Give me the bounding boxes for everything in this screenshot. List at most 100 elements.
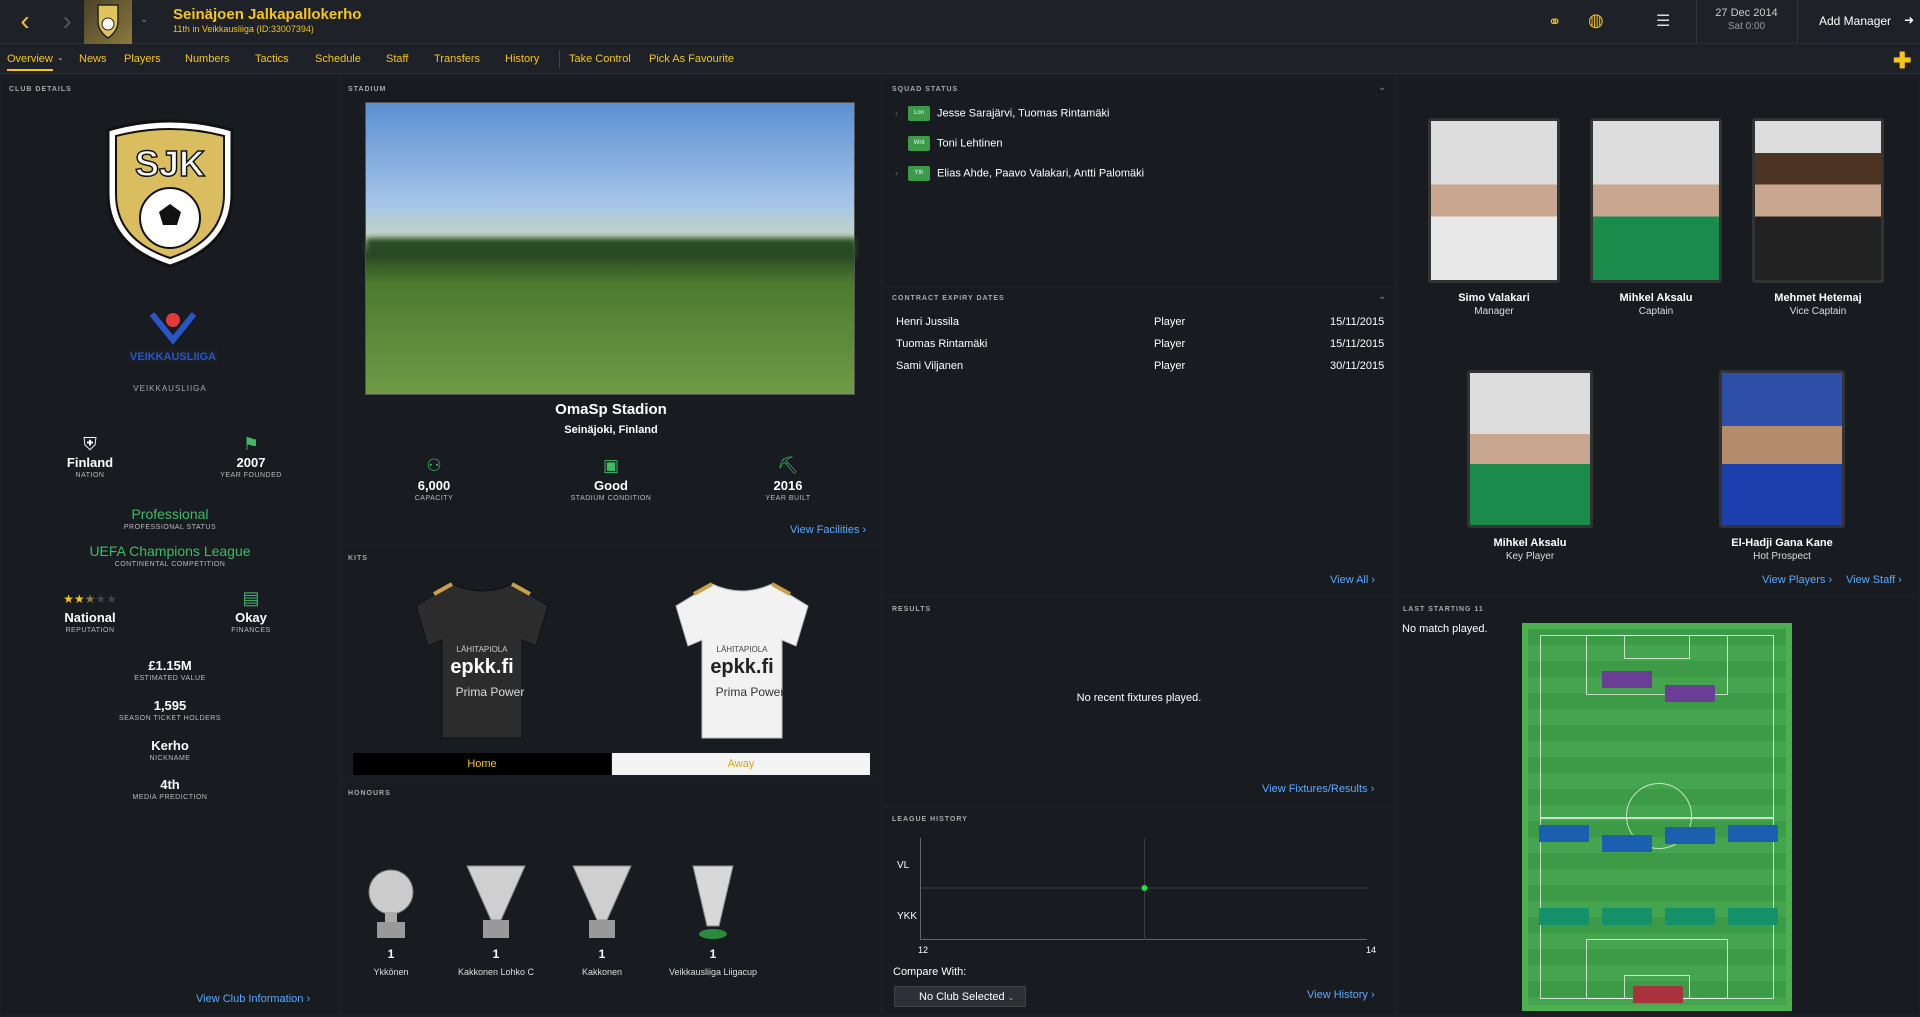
view-all-contracts-link[interactable]: View All › <box>1330 574 1375 586</box>
finances-stat: ▤ Okay FINANCES <box>201 588 301 634</box>
tab-news[interactable]: News <box>79 53 107 65</box>
view-all-label: View All <box>1330 574 1369 586</box>
view-club-information-label: View Club Information <box>196 993 304 1005</box>
year-built-stat: ⛏ 2016 YEAR BUILT <box>738 456 838 502</box>
person-card-manager[interactable]: Simo Valakari Manager <box>1424 118 1564 317</box>
contract-player-name[interactable]: Tuomas Rintamäki <box>896 338 987 350</box>
player-marker-midfielder[interactable] <box>1665 827 1715 844</box>
contract-role: Player <box>1154 338 1186 350</box>
svg-text:Prima Power: Prima Power <box>456 685 525 699</box>
no-results-message: No recent fixtures played. <box>1076 692 1202 704</box>
svg-text:epkk.fi: epkk.fi <box>450 656 513 678</box>
person-photo <box>1752 118 1884 283</box>
estimated-value-label: ESTIMATED VALUE <box>134 675 206 682</box>
add-manager-button[interactable]: Add Manager ➜ <box>1797 0 1920 44</box>
squad-status-row[interactable]: › Lon Jesse Sarajärvi, Tuomas Rintamäki <box>895 106 1109 124</box>
player-marker-midfielder[interactable] <box>1539 825 1589 842</box>
people-icon: ⚇ <box>426 456 442 475</box>
tab-tactics[interactable]: Tactics <box>255 53 289 65</box>
nation-stat: ⛨ Finland NATION <box>40 434 140 479</box>
away-kit-tab[interactable]: Away <box>612 753 870 775</box>
league-name: VEIKKAUSLIIGA <box>133 384 207 393</box>
person-name: Mihkel Aksalu <box>1619 292 1693 304</box>
honour-item[interactable]: 1 Veikkausliiga Liigacup <box>663 862 763 977</box>
honour-item[interactable]: 1 Kakkonen Lohko C <box>456 862 536 977</box>
forward-arrow-icon[interactable]: › <box>52 6 82 36</box>
view-staff-link[interactable]: View Staff › <box>1846 574 1902 586</box>
continental-label: CONTINENTAL COMPETITION <box>114 561 226 568</box>
home-kit-tab[interactable]: Home <box>353 753 611 775</box>
pick-favourite-link[interactable]: Pick As Favourite <box>649 53 734 65</box>
squad-names: Toni Lehtinen <box>937 137 1003 150</box>
reputation-stars: ★★★★★ <box>63 592 117 606</box>
season-tickets-value: 1,595 <box>153 698 187 713</box>
club-crest-tab[interactable] <box>84 0 132 44</box>
media-prediction-value: 4th <box>160 777 180 792</box>
collapse-icon[interactable]: ⌄ <box>1378 291 1386 302</box>
binoculars-icon[interactable]: ⚭ <box>1548 12 1561 32</box>
contract-player-name[interactable]: Sami Viljanen <box>896 360 963 372</box>
person-card-hot-prospect[interactable]: El-Hadji Gana Kane Hot Prospect <box>1712 370 1852 562</box>
tab-schedule[interactable]: Schedule <box>315 53 361 65</box>
tab-players[interactable]: Players <box>124 53 161 65</box>
player-marker-defender[interactable] <box>1665 908 1715 925</box>
person-card-captain[interactable]: Mihkel Aksalu Captain <box>1586 118 1726 317</box>
chevron-right-icon: › <box>895 108 898 119</box>
menu-divider <box>559 50 560 68</box>
add-plus-icon[interactable]: ✚ <box>1893 48 1911 74</box>
tab-numbers[interactable]: Numbers <box>185 53 230 65</box>
view-history-link[interactable]: View History › <box>1307 989 1375 1001</box>
professional-status: Professional PROFESSIONAL STATUS <box>70 506 270 531</box>
condition-stat: ▣ Good STADIUM CONDITION <box>561 456 661 502</box>
player-marker-defender[interactable] <box>1602 908 1652 925</box>
club-crest-icon <box>97 4 119 39</box>
kits-title: KITS <box>348 555 368 562</box>
stadium-location: Seinäjoki, Finland <box>564 424 658 436</box>
tab-staff[interactable]: Staff <box>386 53 408 65</box>
home-kit-shirt: LÄHITAPIOLA epkk.fi Prima Power <box>415 582 549 739</box>
view-facilities-link[interactable]: View Facilities › <box>790 524 866 536</box>
player-marker-midfielder[interactable] <box>1602 835 1652 852</box>
squad-status-row[interactable]: ›WntToni Lehtinen <box>895 136 1002 154</box>
season-tickets: 1,595 SEASON TICKET HOLDERS <box>70 698 270 722</box>
player-marker-defender[interactable] <box>1539 908 1589 925</box>
player-marker-midfielder[interactable] <box>1728 825 1778 842</box>
person-card-key-player[interactable]: Mihkel Aksalu Key Player <box>1460 370 1600 562</box>
status-badge: Wnt <box>908 136 930 151</box>
contract-date: 30/11/2015 <box>1330 360 1385 372</box>
top-bar: ‹ › ⌄ Seinäjoen Jalkapallokerho 11th in … <box>0 0 1920 44</box>
honours-panel: HONOURS 1 Ykkönen 1 Kakkonen Lohko C 1 K… <box>342 782 880 1014</box>
honours-title: HONOURS <box>348 790 391 797</box>
honour-item[interactable]: 1 Kakkonen <box>562 862 642 977</box>
compare-club-select[interactable]: No Club Selected ⌄ <box>894 986 1026 1007</box>
tab-overview[interactable]: Overview <box>7 53 53 71</box>
person-card-vice-captain[interactable]: Mehmet Hetemaj Vice Captain <box>1748 118 1888 317</box>
date-display[interactable]: 27 Dec 2014 Sat 0:00 <box>1696 0 1796 44</box>
player-marker-forward[interactable] <box>1602 671 1652 688</box>
view-fixtures-link[interactable]: View Fixtures/Results › <box>1262 783 1374 795</box>
tab-transfers[interactable]: Transfers <box>434 53 480 65</box>
honour-count: 1 <box>598 947 606 961</box>
player-marker-forward[interactable] <box>1665 685 1715 702</box>
player-marker-goalkeeper[interactable] <box>1633 986 1683 1003</box>
year-built-label: YEAR BUILT <box>765 495 811 502</box>
tab-history[interactable]: History <box>505 53 539 65</box>
status-badge: Lon <box>908 106 930 121</box>
person-role: Captain <box>1638 306 1674 317</box>
squad-status-row[interactable]: › Yth Elias Ahde, Paavo Valakari, Antti Pa… <box>895 166 1144 184</box>
player-marker-defender[interactable] <box>1728 908 1778 925</box>
settings-menu-icon[interactable]: ☰ <box>1656 11 1670 31</box>
trophy-icon <box>692 865 734 939</box>
view-club-information-link[interactable]: View Club Information › <box>196 993 310 1005</box>
view-players-label: View Players <box>1762 574 1826 586</box>
collapse-icon[interactable]: ⌄ <box>1378 82 1386 93</box>
excavator-icon: ⛏ <box>777 456 799 475</box>
svg-text:LÄHITAPIOLA: LÄHITAPIOLA <box>457 645 509 654</box>
take-control-link[interactable]: Take Control <box>569 53 631 65</box>
contract-player-name[interactable]: Henri Jussila <box>896 316 959 328</box>
back-arrow-icon[interactable]: ‹ <box>10 6 40 36</box>
view-players-link[interactable]: View Players › <box>1762 574 1832 586</box>
globe-icon[interactable]: ◍ <box>1588 10 1604 31</box>
honour-item[interactable]: 1 Ykkönen <box>356 862 426 977</box>
chevron-down-icon[interactable]: ⌄ <box>140 14 148 25</box>
